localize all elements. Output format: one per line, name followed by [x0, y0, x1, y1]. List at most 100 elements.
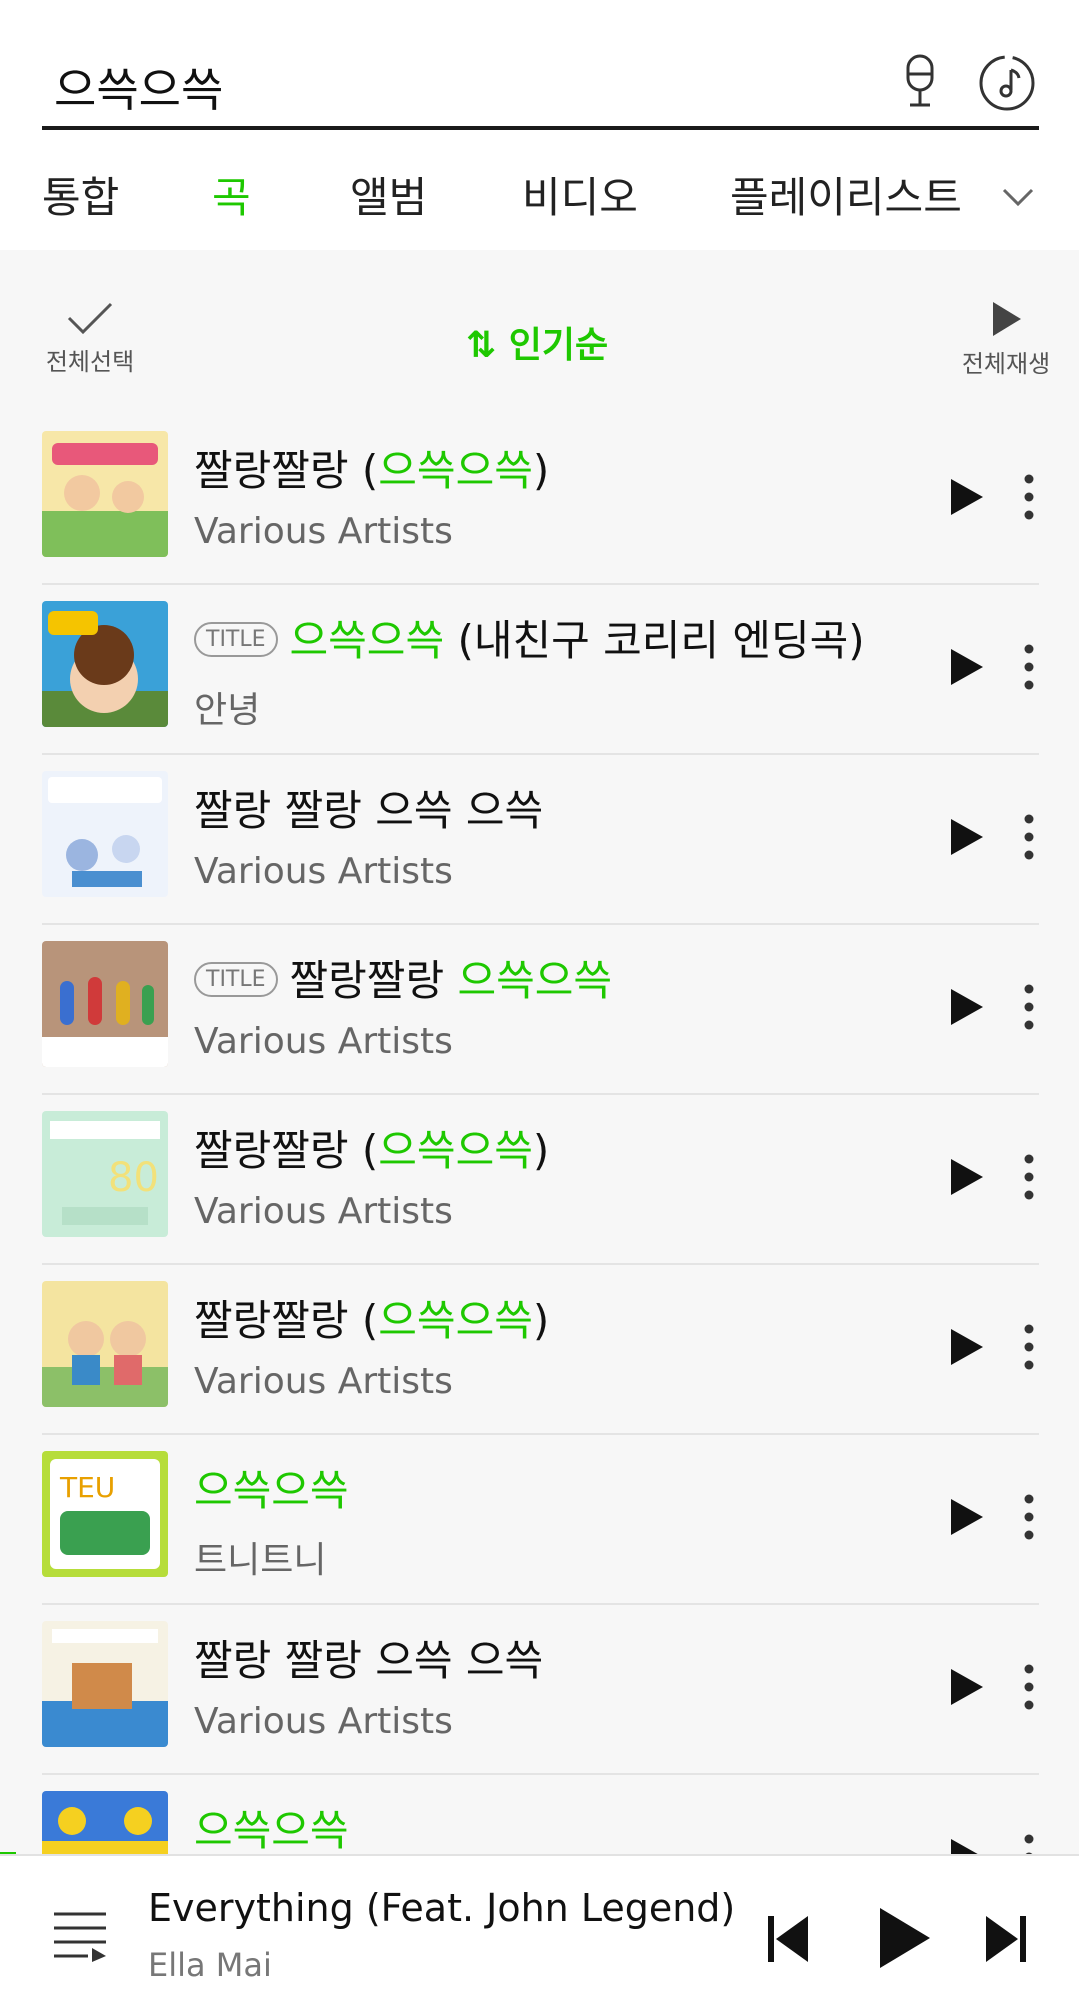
list-toolbar: 전체선택 ⇅ 인기순 전체재생 [0, 250, 1079, 415]
play-icon[interactable] [947, 475, 987, 519]
song-artist[interactable]: Various Artists [194, 511, 453, 552]
song-row[interactable]: 80 짤랑짤랑 (으쓱으쓱) Various Artists [42, 1095, 1039, 1265]
more-icon[interactable] [1022, 1323, 1036, 1371]
svg-text:TEU: TEU [59, 1471, 115, 1504]
song-row[interactable]: 짤랑짤랑 (으쓱으쓱) Various Artists [42, 1265, 1039, 1435]
now-playing-title[interactable]: Everything (Feat. John Legend) [148, 1886, 735, 1930]
more-icon[interactable] [1022, 1833, 1036, 1855]
more-icon[interactable] [1022, 473, 1036, 521]
more-icon[interactable] [1022, 1493, 1036, 1541]
song-title-text: 짤랑짤랑 ( [194, 1126, 379, 1175]
song-title[interactable]: 으쓱으쓱 [194, 1797, 349, 1855]
play-icon[interactable] [947, 1325, 987, 1369]
album-art[interactable] [42, 1281, 168, 1407]
album-art[interactable] [42, 1621, 168, 1747]
album-art[interactable] [42, 1791, 168, 1855]
song-artist[interactable]: Various Artists [194, 851, 453, 892]
song-title-text: 짤랑짤랑 [289, 956, 458, 1005]
album-art[interactable] [42, 601, 168, 727]
song-title-highlight: 으쓱으쓱 [457, 956, 613, 1005]
song-title-text: 짤랑짤랑 ( [194, 446, 379, 495]
album-art[interactable] [42, 941, 168, 1067]
play-icon[interactable] [947, 1835, 987, 1855]
mini-player[interactable]: Everything (Feat. John Legend) Ella Mai [0, 1854, 1079, 2016]
play-icon [993, 302, 1021, 336]
next-icon[interactable] [984, 1912, 1028, 1966]
song-title[interactable]: 짤랑짤랑 (으쓱으쓱) [194, 1287, 549, 1348]
song-title[interactable]: TITLE 으쓱으쓱 (내친구 코리리 엔딩곡) [194, 607, 865, 668]
play-icon[interactable] [947, 645, 987, 689]
play-icon[interactable] [947, 1665, 987, 1709]
more-icon[interactable] [1022, 813, 1036, 861]
song-artist[interactable]: Various Artists [194, 1021, 453, 1062]
song-row[interactable]: 으쓱으쓱 [42, 1775, 1039, 1855]
song-title-text: ) [532, 1296, 550, 1345]
select-all-label: 전체선택 [45, 348, 135, 376]
song-row[interactable]: TITLE 으쓱으쓱 (내친구 코리리 엔딩곡) 안녕 [42, 585, 1039, 755]
select-all-button[interactable]: 전체선택 [44, 298, 136, 377]
play-all-button[interactable]: 전체재생 [958, 300, 1054, 379]
more-icon[interactable] [1022, 643, 1036, 691]
song-title-highlight: 으쓱으쓱 [194, 1806, 349, 1855]
music-note-icon[interactable] [978, 54, 1036, 112]
sort-button[interactable]: ⇅ 인기순 [466, 316, 608, 368]
song-artist[interactable]: 트니트니 [194, 1531, 326, 1583]
song-title[interactable]: 짤랑 짤랑 으쓱 으쓱 [194, 1627, 543, 1688]
album-art[interactable] [42, 771, 168, 897]
song-title[interactable]: 짤랑짤랑 (으쓱으쓱) [194, 1117, 549, 1178]
song-row[interactable]: 짤랑 짤랑 으쓱 으쓱 Various Artists [42, 1605, 1039, 1775]
check-icon [67, 302, 113, 335]
now-playing-artist[interactable]: Ella Mai [148, 1946, 272, 1984]
song-row[interactable]: 짤랑짤랑 (으쓱으쓱) Various Artists [42, 415, 1039, 585]
queue-icon[interactable] [52, 1908, 108, 1962]
tab-videos[interactable]: 비디오 [522, 164, 638, 225]
tab-songs[interactable]: 곡 [212, 164, 251, 225]
song-title-highlight: 으쓱으쓱 [378, 446, 533, 495]
svg-text:80: 80 [108, 1155, 159, 1201]
song-title-highlight: 으쓱으쓱 [378, 1126, 533, 1175]
album-art[interactable]: 80 [42, 1111, 168, 1237]
tab-bar: 통합 곡 앨범 비디오 플레이리스트 [0, 150, 1079, 240]
song-artist[interactable]: 안녕 [194, 681, 260, 733]
play-icon[interactable] [876, 1906, 932, 1970]
play-icon[interactable] [947, 985, 987, 1029]
more-icon[interactable] [1022, 983, 1036, 1031]
play-icon[interactable] [947, 815, 987, 859]
album-art[interactable] [42, 431, 168, 557]
song-artist[interactable]: Various Artists [194, 1701, 453, 1742]
song-title-highlight: 으쓱으쓱 [194, 1466, 349, 1515]
play-all-label: 전체재생 [961, 350, 1051, 378]
song-artist[interactable]: Various Artists [194, 1361, 453, 1402]
song-artist[interactable]: Various Artists [194, 1191, 453, 1232]
chevron-down-icon[interactable] [998, 180, 1038, 210]
song-title-highlight: 으쓱으쓱 [378, 1296, 533, 1345]
song-title[interactable]: 으쓱으쓱 [194, 1457, 349, 1518]
album-art[interactable]: TEU [42, 1451, 168, 1577]
song-row[interactable]: TITLE 짤랑짤랑 으쓱으쓱 Various Artists [42, 925, 1039, 1095]
tab-albums[interactable]: 앨범 [350, 164, 427, 225]
song-list: 짤랑짤랑 (으쓱으쓱) Various Artists TITLE 으쓱으쓱 (내친구… [0, 415, 1079, 1855]
song-title-text: (내친구 코리리 엔딩곡) [444, 616, 865, 665]
song-title[interactable]: TITLE 짤랑짤랑 으쓱으쓱 [194, 947, 612, 1008]
tab-playlists[interactable]: 플레이리스트 [730, 164, 962, 225]
title-badge: TITLE [194, 962, 278, 997]
song-title[interactable]: 짤랑짤랑 (으쓱으쓱) [194, 437, 549, 498]
search-bar[interactable]: 으쓱으쓱 [42, 40, 1039, 130]
previous-icon[interactable] [766, 1912, 810, 1966]
mic-icon[interactable] [900, 54, 940, 110]
song-title-text: ) [532, 1126, 550, 1175]
sort-label: 인기순 [508, 325, 609, 366]
header: 으쓱으쓱 통합 곡 앨범 비디오 플레이리스트 [0, 0, 1079, 250]
song-row[interactable]: TEU 으쓱으쓱트니트니 [42, 1435, 1039, 1605]
song-title-text: ) [532, 446, 550, 495]
song-title-text: 짤랑 짤랑 으쓱 으쓱 [194, 786, 544, 835]
song-title[interactable]: 짤랑 짤랑 으쓱 으쓱 [194, 777, 543, 838]
song-row[interactable]: 짤랑 짤랑 으쓱 으쓱 Various Artists [42, 755, 1039, 925]
song-title-highlight: 으쓱으쓱 [289, 616, 445, 665]
play-icon[interactable] [947, 1155, 987, 1199]
tab-all[interactable]: 통합 [42, 164, 119, 225]
play-icon[interactable] [947, 1495, 987, 1539]
more-icon[interactable] [1022, 1663, 1036, 1711]
search-input[interactable]: 으쓱으쓱 [54, 54, 223, 120]
more-icon[interactable] [1022, 1153, 1036, 1201]
